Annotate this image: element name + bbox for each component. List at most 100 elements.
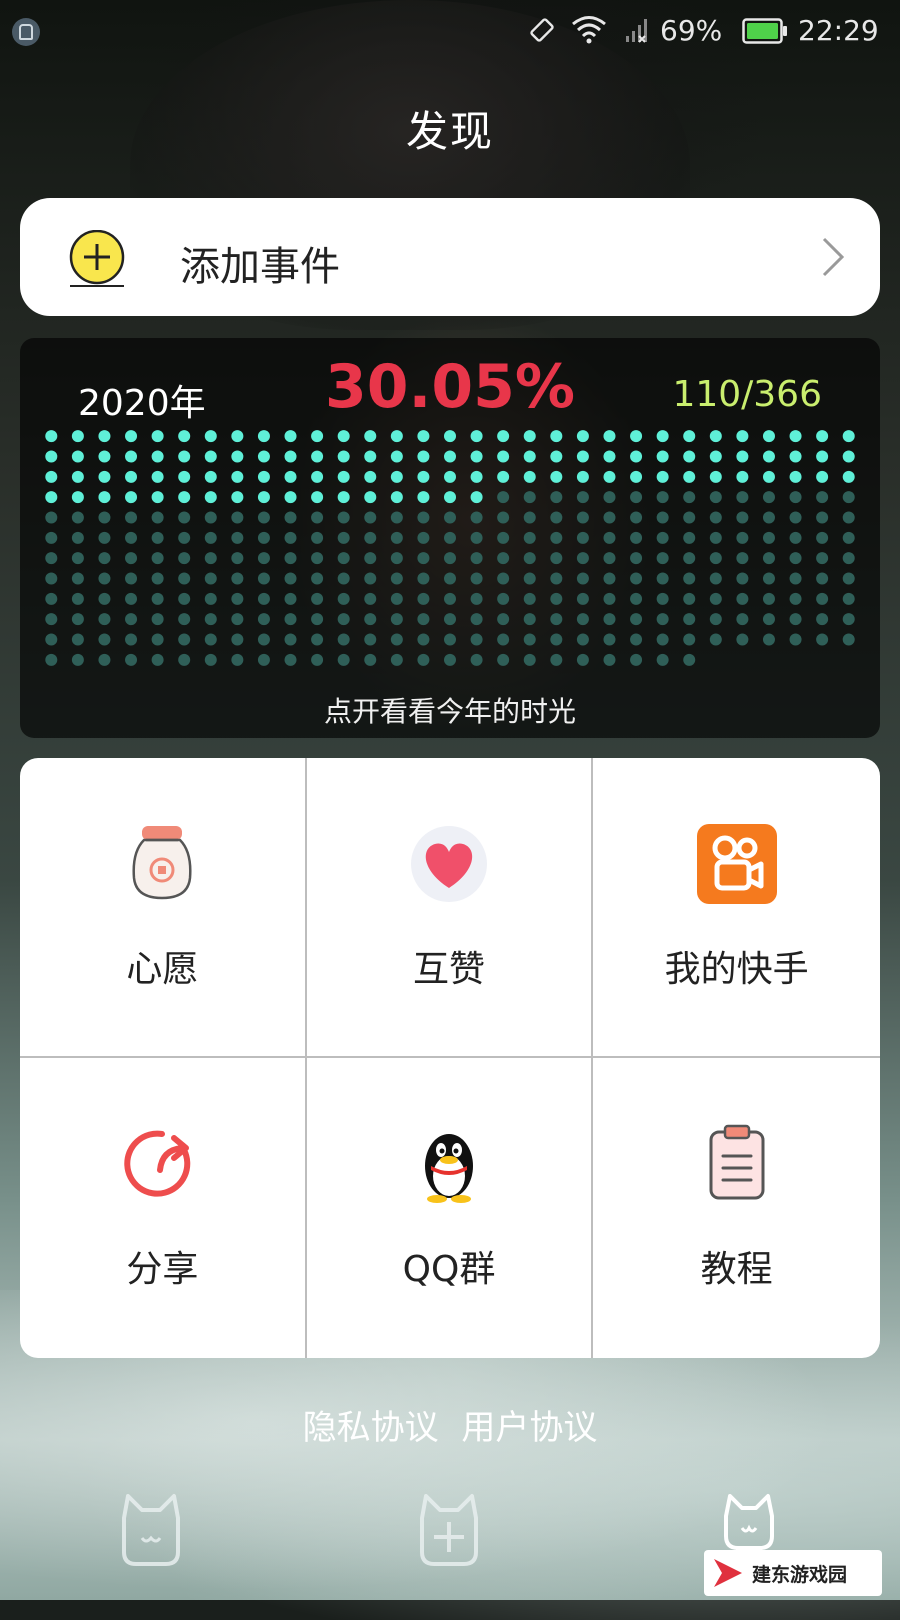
day-dot-remaining bbox=[417, 613, 430, 626]
day-dot-remaining bbox=[603, 592, 616, 605]
day-dot-remaining bbox=[45, 552, 58, 565]
day-dot-elapsed bbox=[576, 450, 589, 463]
day-dot-elapsed bbox=[417, 450, 430, 463]
day-dot-remaining bbox=[71, 633, 84, 646]
day-dot-remaining bbox=[709, 572, 722, 585]
day-dot-remaining bbox=[284, 552, 297, 565]
day-dot-remaining bbox=[204, 572, 217, 585]
day-dot-remaining bbox=[311, 613, 324, 626]
day-dot-remaining bbox=[364, 613, 377, 626]
day-dot-elapsed bbox=[576, 470, 589, 483]
day-dot-remaining bbox=[736, 613, 749, 626]
day-dot-remaining bbox=[816, 531, 829, 544]
cat-add-icon[interactable] bbox=[404, 1490, 494, 1580]
cat-home-icon[interactable] bbox=[106, 1490, 196, 1580]
privacy-policy-link[interactable]: 隐私协议 bbox=[303, 1408, 439, 1448]
day-dot-remaining bbox=[151, 552, 164, 565]
menu-item-mutual-like[interactable]: 互赞 bbox=[306, 758, 594, 1058]
day-dot-elapsed bbox=[630, 430, 643, 443]
day-dot-elapsed bbox=[45, 450, 58, 463]
day-dot-remaining bbox=[444, 633, 456, 646]
day-dot-remaining bbox=[656, 511, 669, 524]
day-dot-remaining bbox=[204, 592, 217, 605]
day-dot-elapsed bbox=[816, 450, 829, 463]
day-dot-remaining bbox=[470, 531, 483, 544]
day-dot-remaining bbox=[45, 572, 58, 585]
menu-item-qq-group[interactable]: QQ群 bbox=[307, 1058, 594, 1358]
day-dot-remaining bbox=[98, 633, 111, 646]
day-dot-remaining bbox=[523, 633, 536, 646]
day-dot-remaining bbox=[390, 572, 403, 585]
day-dot-elapsed bbox=[683, 450, 696, 463]
day-dot-remaining bbox=[337, 531, 350, 544]
menu-item-my-kuaishou[interactable]: 我的快手 bbox=[593, 758, 880, 1058]
day-dot-remaining bbox=[497, 572, 510, 585]
day-dot-remaining bbox=[444, 653, 456, 666]
day-dot-remaining bbox=[178, 531, 191, 544]
day-dot-remaining bbox=[470, 653, 483, 666]
day-count: 110/366 bbox=[672, 374, 822, 415]
day-dot-remaining bbox=[45, 613, 58, 626]
day-dot-elapsed bbox=[470, 470, 483, 483]
day-dot-remaining bbox=[683, 592, 696, 605]
day-dot-elapsed bbox=[470, 450, 483, 463]
day-dot-remaining bbox=[231, 511, 244, 524]
day-dot-remaining bbox=[762, 552, 775, 565]
day-dot-remaining bbox=[337, 511, 350, 524]
day-dot-remaining bbox=[630, 633, 643, 646]
day-dot-remaining bbox=[816, 491, 829, 504]
menu-item-tutorial[interactable]: 教程 bbox=[593, 1058, 880, 1358]
day-dot-remaining bbox=[417, 511, 430, 524]
day-dot-elapsed bbox=[816, 470, 829, 483]
day-dot-elapsed bbox=[45, 470, 58, 483]
user-agreement-link[interactable]: 用户协议 bbox=[461, 1408, 597, 1448]
day-dot-remaining bbox=[576, 572, 589, 585]
plus-circle-icon bbox=[69, 230, 125, 287]
day-dot-remaining bbox=[151, 633, 164, 646]
day-dot-remaining bbox=[45, 633, 58, 646]
day-dot-remaining bbox=[842, 531, 855, 544]
day-dot-remaining bbox=[71, 613, 84, 626]
day-dot-remaining bbox=[656, 552, 669, 565]
day-dot-remaining bbox=[98, 531, 111, 544]
day-dot-elapsed bbox=[497, 430, 510, 443]
day-dot-remaining bbox=[762, 491, 775, 504]
day-dot-elapsed bbox=[337, 450, 350, 463]
day-dot-remaining bbox=[789, 491, 802, 504]
feature-grid: 心愿 互赞 我的快手 分享 QQ群 教程 bbox=[20, 758, 880, 1358]
year-progress-panel[interactable]: 2020年 30.05% 110/366 点开看看今年的时光 bbox=[20, 338, 880, 738]
day-dot-elapsed bbox=[816, 430, 829, 443]
menu-item-wish[interactable]: 心愿 bbox=[20, 758, 307, 1058]
menu-item-share[interactable]: 分享 bbox=[20, 1058, 307, 1358]
day-dot-elapsed bbox=[576, 430, 589, 443]
day-dot-remaining bbox=[125, 552, 138, 565]
day-dot-elapsed bbox=[178, 430, 191, 443]
day-dot-elapsed bbox=[762, 450, 775, 463]
day-dot-remaining bbox=[630, 511, 643, 524]
clipboard-icon bbox=[709, 1124, 765, 1200]
menu-label: 分享 bbox=[126, 1249, 199, 1290]
day-dot-remaining bbox=[762, 572, 775, 585]
day-dot-elapsed bbox=[683, 470, 696, 483]
day-dot-remaining bbox=[550, 592, 563, 605]
day-dot-remaining bbox=[816, 613, 829, 626]
day-dot-remaining bbox=[231, 613, 244, 626]
day-dot-elapsed bbox=[311, 430, 324, 443]
day-dot-remaining bbox=[523, 531, 536, 544]
day-dot-remaining bbox=[45, 511, 58, 524]
day-dot-remaining bbox=[630, 552, 643, 565]
day-dot-remaining bbox=[709, 633, 722, 646]
day-dot-remaining bbox=[656, 491, 669, 504]
day-dot-remaining bbox=[709, 613, 722, 626]
day-dot-remaining bbox=[364, 531, 377, 544]
day-dot-remaining bbox=[497, 531, 510, 544]
day-dot-remaining bbox=[789, 613, 802, 626]
day-dot-remaining bbox=[470, 572, 483, 585]
day-dot-remaining bbox=[178, 592, 191, 605]
watermark: 建东游戏园 bbox=[704, 1550, 882, 1596]
add-event-button[interactable]: 添加事件 bbox=[20, 198, 880, 316]
day-dot-remaining bbox=[470, 552, 483, 565]
day-dot-elapsed bbox=[337, 491, 350, 504]
status-time: 22:29 bbox=[798, 14, 879, 47]
battery-icon bbox=[742, 18, 787, 44]
